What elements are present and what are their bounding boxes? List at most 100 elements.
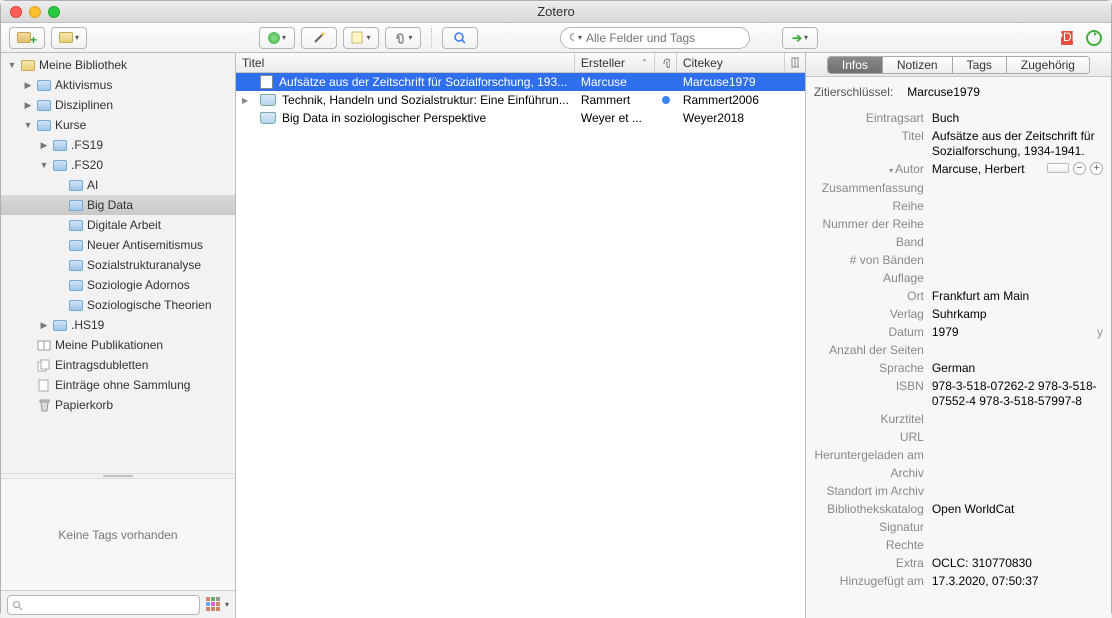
tab-info[interactable]: Infos: [828, 57, 883, 73]
sidebar-item-label: Big Data: [87, 198, 133, 212]
search-input[interactable]: ▾: [560, 27, 750, 49]
color-grid-button[interactable]: [206, 597, 222, 613]
disclosure-icon[interactable]: ▼: [21, 120, 35, 130]
sidebar-item[interactable]: Digitale Arbeit: [1, 215, 235, 235]
sidebar-item[interactable]: Neuer Antisemitismus: [1, 235, 235, 255]
creator-mode-toggle[interactable]: [1047, 163, 1069, 173]
sidebar-item[interactable]: ▶Disziplinen: [1, 95, 235, 115]
sidebar-item[interactable]: ▶.HS19: [1, 315, 235, 335]
column-title[interactable]: Titel: [236, 53, 575, 72]
disclosure-icon[interactable]: ▶: [21, 100, 35, 111]
sidebar-item-label: Eintragsdubletten: [55, 358, 148, 372]
tab-notes[interactable]: Notizen: [883, 57, 953, 73]
pub-icon: [35, 339, 53, 351]
sidebar-item-label: Kurse: [55, 118, 86, 132]
folder-icon: [35, 100, 53, 111]
field-author[interactable]: Marcuse, Herbert: [932, 162, 1041, 177]
titlebar: Zotero: [1, 1, 1111, 23]
sidebar-item-label: Meine Bibliothek: [39, 58, 127, 72]
field-title[interactable]: Aufsätze aus der Zeitschrift für Sozialf…: [932, 129, 1103, 159]
sidebar-item-label: Soziologie Adornos: [87, 278, 190, 292]
sidebar-item[interactable]: ▶.FS19: [1, 135, 235, 155]
field-extra[interactable]: OCLC: 310770830: [932, 556, 1103, 571]
pdf-icon[interactable]: PDF: [1059, 30, 1075, 46]
column-creator[interactable]: Ersteller⌃: [575, 53, 655, 72]
sidebar-item[interactable]: AI: [1, 175, 235, 195]
tab-related[interactable]: Zugehörig: [1007, 57, 1089, 73]
new-library-button[interactable]: ▾: [51, 27, 87, 49]
add-attachment-button[interactable]: ▾: [385, 27, 421, 49]
add-creator-button[interactable]: +: [1090, 162, 1103, 175]
sidebar-item-label: Neuer Antisemitismus: [87, 238, 203, 252]
disclosure-icon[interactable]: ▶: [37, 320, 51, 331]
columns-icon: [791, 57, 799, 68]
new-note-button[interactable]: ▾: [343, 27, 379, 49]
sidebar-item[interactable]: Soziologische Theorien: [1, 295, 235, 315]
sidebar-item[interactable]: ▼ .FS20: [1, 155, 235, 175]
disclosure-icon[interactable]: ▶: [242, 96, 254, 105]
item-row[interactable]: Aufsätze aus der Zeitschrift für Sozialf…: [236, 73, 805, 91]
column-citekey[interactable]: Citekey: [677, 53, 785, 72]
remove-creator-button[interactable]: −: [1073, 162, 1086, 175]
advanced-search-button[interactable]: [442, 27, 478, 49]
paperclip-icon: [393, 31, 406, 44]
field-place[interactable]: Frankfurt am Main: [932, 289, 1103, 304]
sidebar-item[interactable]: Meine Publikationen: [1, 335, 235, 355]
attachment-dot-icon: [662, 96, 670, 104]
sidebar-item-label: .FS20: [71, 158, 103, 172]
sidebar-item[interactable]: Eintragsdubletten: [1, 355, 235, 375]
search-icon: [453, 31, 467, 45]
locate-button[interactable]: ➔ ▾: [782, 27, 818, 49]
folder-icon: [51, 320, 69, 331]
citekey-label: Zitierschlüssel:: [810, 85, 901, 100]
field-date-added[interactable]: 17.3.2020, 07:50:37: [932, 574, 1103, 589]
item-row[interactable]: ▶Technik, Handeln und Sozialstruktur: Ei…: [236, 91, 805, 109]
item-citekey: Marcuse1979: [677, 75, 785, 89]
sidebar-item[interactable]: ▼ Kurse: [1, 115, 235, 135]
folder-icon: [67, 220, 85, 231]
sidebar-item[interactable]: ▼ Meine Bibliothek: [1, 55, 235, 75]
tab-tags[interactable]: Tags: [953, 57, 1007, 73]
disclosure-icon[interactable]: ▶: [21, 80, 35, 91]
sync-button[interactable]: [1085, 29, 1103, 47]
date-parsed-flag: y: [1097, 325, 1103, 339]
add-by-identifier-button[interactable]: [301, 27, 337, 49]
folder-icon: [51, 140, 69, 151]
no-tags-label: Keine Tags vorhanden: [58, 528, 177, 542]
new-collection-button[interactable]: +: [9, 27, 45, 49]
field-publisher[interactable]: Suhrkamp: [932, 307, 1103, 322]
sidebar-item[interactable]: Einträge ohne Sammlung: [1, 375, 235, 395]
disclosure-icon[interactable]: ▼: [5, 60, 19, 70]
detail-tabs: Infos Notizen Tags Zugehörig: [806, 53, 1111, 77]
dup-icon: [35, 359, 53, 372]
chevron-down-icon: ▾: [578, 33, 582, 42]
tag-search-input[interactable]: [7, 595, 200, 615]
sidebar-item[interactable]: Big Data: [1, 195, 235, 215]
field-isbn[interactable]: 978-3-518-07262-2 978-3-518-07552-4 978-…: [932, 379, 1103, 409]
column-picker[interactable]: [785, 53, 805, 72]
new-item-button[interactable]: ▾: [259, 27, 295, 49]
sidebar-item[interactable]: ▶Aktivismus: [1, 75, 235, 95]
sidebar-item[interactable]: Soziologie Adornos: [1, 275, 235, 295]
sidebar-item[interactable]: Sozialstrukturanalyse: [1, 255, 235, 275]
search-field[interactable]: [586, 31, 741, 45]
arrow-right-icon: ➔: [792, 31, 802, 45]
citekey-value[interactable]: Marcuse1979: [901, 85, 1103, 100]
sidebar-item-label: Digitale Arbeit: [87, 218, 161, 232]
item-row[interactable]: Big Data in soziologischer PerspektiveWe…: [236, 109, 805, 127]
column-header: Titel Ersteller⌃ Citekey: [236, 53, 805, 73]
search-icon: [12, 600, 23, 611]
chevron-down-icon: ▾: [75, 33, 79, 42]
field-language[interactable]: German: [932, 361, 1103, 376]
folder-icon: [67, 300, 85, 311]
disclosure-icon[interactable]: ▼: [37, 160, 51, 170]
trash-icon: [35, 398, 53, 412]
sidebar-item[interactable]: Papierkorb: [1, 395, 235, 415]
tag-filter-bar: ▾: [1, 590, 235, 618]
field-catalog[interactable]: Open WorldCat: [932, 502, 1103, 517]
disclosure-icon[interactable]: ▶: [37, 140, 51, 151]
sidebar: ▼ Meine Bibliothek ▶Aktivismus▶Disziplinen…: [1, 53, 236, 618]
field-type[interactable]: Buch: [932, 111, 1103, 126]
column-attachment[interactable]: [655, 53, 677, 72]
field-date[interactable]: 1979: [932, 325, 1091, 340]
